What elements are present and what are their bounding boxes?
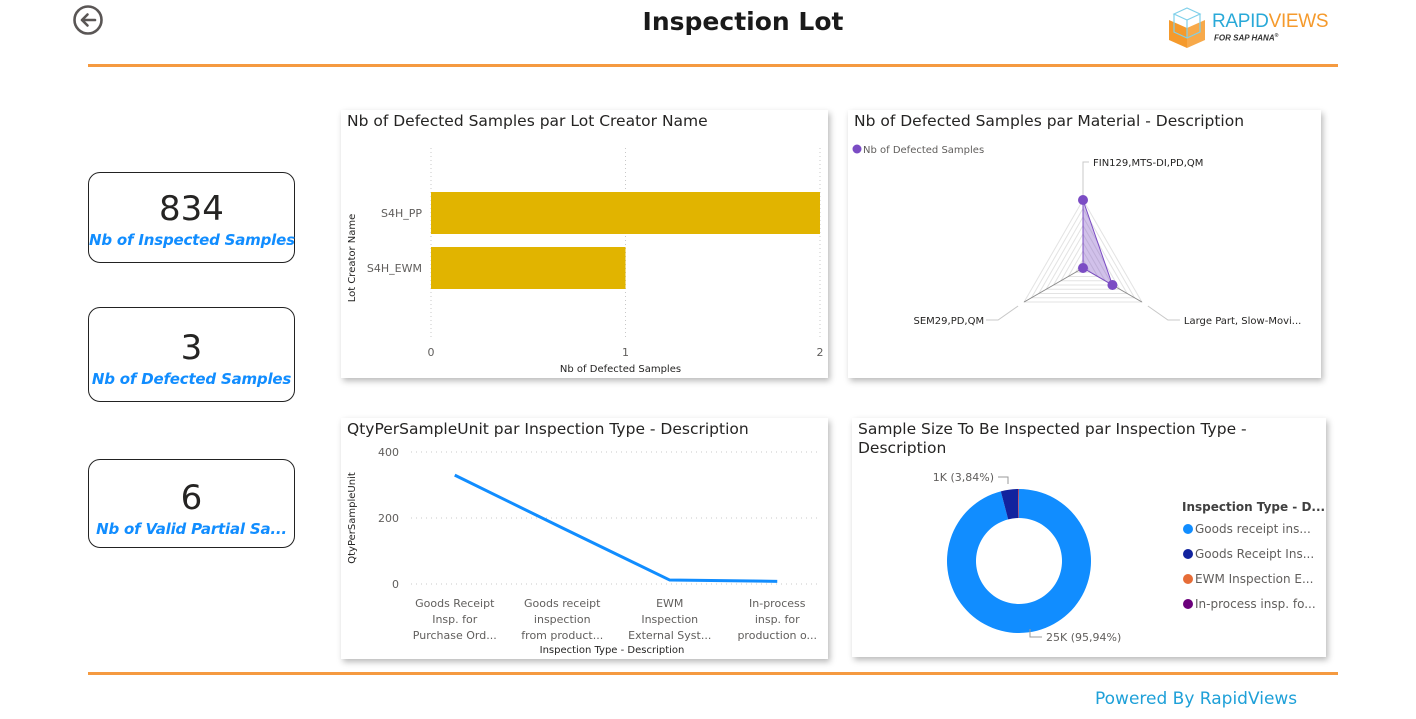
line-chart-card[interactable]: QtyPerSampleUnit par Inspection Type - D… [341, 418, 828, 659]
bar-s4h-pp [431, 192, 820, 234]
x-tick-label: Purchase Ord... [413, 629, 497, 642]
x-tick-label: production o... [737, 629, 817, 642]
y-tick-label: 400 [378, 446, 399, 459]
x-tick-label: Inspection [641, 613, 698, 626]
line-series [454, 473, 778, 583]
legend-marker [852, 144, 862, 154]
y-axis-title: Lot Creator Name [347, 214, 358, 303]
data-label-leader [998, 476, 1009, 484]
logo-subtitle: FOR SAP HANA [1214, 33, 1275, 43]
x-tick-label: Insp. for [432, 613, 478, 626]
kpi-card-defected-samples[interactable]: 3 Nb of Defected Samples [88, 307, 295, 402]
legend-marker [1183, 549, 1193, 559]
donut-chart: 1K (3,84%) 25K (95,94%) Inspection Type - … [933, 471, 1325, 644]
radar-label-leader [1147, 305, 1180, 321]
x-axis-title: Inspection Type - Description [540, 645, 685, 656]
kpi-value: 6 [180, 478, 203, 518]
x-tick-label: inspection [534, 613, 591, 626]
cube-logo-icon [1169, 7, 1205, 48]
x-tick-label: 2 [817, 346, 824, 359]
data-label: 1K (3,84%) [933, 471, 994, 484]
legend-marker [1183, 524, 1193, 534]
bar-chart-card[interactable]: Nb of Defected Samples par Lot Creator N… [341, 110, 828, 378]
legend-item: EWM Inspection E... [1195, 572, 1313, 586]
footer-divider [88, 672, 1338, 675]
legend-item: Goods receipt ins... [1195, 522, 1311, 536]
legend-item: Goods Receipt Ins... [1195, 547, 1314, 561]
y-tick-label: 0 [392, 578, 399, 591]
y-axis-title: QtyPerSampleUnit [347, 472, 358, 564]
y-tick-label: S4H_PP [381, 207, 422, 220]
radar-chart: Nb of Defected Samples FIN129,MTS-DI,PD,Q… [852, 144, 1301, 327]
rapidviews-logo: RAPIDVIEWS FOR SAP HANA® [1166, 6, 1329, 50]
kpi-card-valid-partial-samples[interactable]: 6 Nb of Valid Partial Sa... [88, 459, 295, 548]
radar-chart-card[interactable]: Nb of Defected Samples par Material - De… [848, 110, 1321, 378]
kpi-value: 3 [180, 328, 203, 368]
legend-title: Inspection Type - D... [1182, 500, 1325, 514]
x-tick-label: 0 [428, 346, 435, 359]
logo-rapid: RAPID [1212, 11, 1269, 32]
bar-s4h-ewm [431, 247, 626, 289]
kpi-label: Nb of Defected Samples [91, 370, 292, 388]
donut-chart-card[interactable]: Sample Size To Be Inspected par Inspecti… [852, 418, 1326, 657]
radar-label-leader [1082, 161, 1089, 196]
x-axis-title: Nb of Defected Samples [560, 364, 681, 375]
kpi-value: 834 [159, 189, 224, 229]
radar-point-0 [1078, 195, 1088, 205]
legend-marker [1183, 574, 1193, 584]
kpi-label: Nb of Inspected Samples [89, 231, 295, 249]
x-tick-label: insp. for [755, 613, 800, 626]
logo-registered: ® [1274, 33, 1279, 39]
x-tick-label: EWM [656, 597, 683, 610]
x-tick-label: In-process [749, 597, 806, 610]
logo-views: VIEWS [1268, 11, 1329, 32]
legend-label: Nb of Defected Samples [863, 145, 984, 156]
legend-marker [1183, 599, 1193, 609]
x-tick-label: Goods Receipt [415, 597, 495, 610]
kpi-card-inspected-samples[interactable]: 834 Nb of Inspected Samples [88, 172, 295, 263]
radar-point-2 [1078, 263, 1088, 273]
legend-item: In-process insp. fo... [1195, 597, 1316, 611]
kpi-label: Nb of Valid Partial Sa... [96, 520, 287, 538]
radar-point-1 [1107, 280, 1118, 290]
header-divider [88, 64, 1338, 67]
line-chart: 0 200 400 Goods Receipt Insp. for Purchase Or… [347, 446, 821, 656]
x-tick-label: from product... [521, 629, 603, 642]
footer-powered-by: Powered By RapidViews [1095, 689, 1298, 709]
bar-chart: 0 1 2 S4H_PP S4H_EWM Nb of Defected Samples Lo… [347, 148, 824, 375]
radar-axis-label: Large Part, Slow-Movi... [1184, 316, 1301, 327]
y-tick-label: 200 [378, 512, 399, 525]
x-tick-label: Goods receipt [524, 597, 601, 610]
radar-axis-label: FIN129,MTS-DI,PD,QM [1093, 158, 1203, 169]
radar-axis-label: SEM29,PD,QM [914, 316, 985, 327]
x-tick-label: External Syst... [628, 629, 711, 642]
y-tick-label: S4H_EWM [367, 262, 422, 275]
x-tick-label: 1 [622, 346, 629, 359]
radar-label-leader [986, 305, 1019, 321]
data-label: 25K (95,94%) [1046, 631, 1121, 644]
